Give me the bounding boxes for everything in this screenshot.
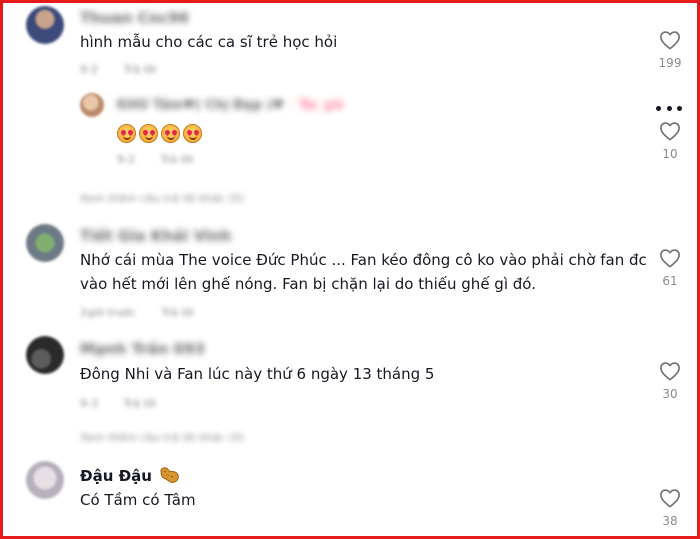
avatar[interactable]: [26, 336, 64, 374]
like-button[interactable]: 61: [655, 248, 685, 288]
comment-text-line-1: Nhớ cái mùa The voice Đức Phúc ... Fan k…: [80, 251, 647, 269]
comment-text: Có Tầm có Tâm: [80, 491, 196, 509]
avatar[interactable]: [26, 6, 64, 44]
reply-button[interactable]: Trả lời: [160, 153, 193, 166]
like-count: 10: [662, 147, 678, 161]
heart-outline-icon[interactable]: [659, 248, 681, 268]
reply-button[interactable]: Trả lời: [123, 397, 156, 410]
like-button[interactable]: 30: [655, 361, 685, 401]
comment-username[interactable]: Tiết Gia Khải Vinh: [80, 227, 231, 245]
comment-meta: 2giờ trước Trả lời: [80, 306, 216, 319]
reply-button[interactable]: Trả lời: [161, 306, 194, 319]
comment-username[interactable]: Mạnh Trần 093: [80, 340, 205, 358]
comment-meta: 9-2 Trả lời: [80, 63, 178, 76]
heart-outline-icon[interactable]: [659, 121, 681, 141]
view-more-replies-button[interactable]: Xem thêm câu trả lời khác (4): [80, 431, 244, 444]
avatar[interactable]: [26, 461, 64, 499]
heart-outline-icon[interactable]: [659, 30, 681, 50]
like-count: 30: [662, 387, 678, 401]
reply-emoji-text: [117, 124, 202, 143]
peanut-icon: [160, 467, 179, 483]
reply-date: 9-2: [117, 153, 135, 166]
like-count: 38: [662, 514, 678, 528]
like-count: 199: [658, 56, 682, 70]
like-button[interactable]: 38: [655, 488, 685, 528]
comment-text: hình mẫu cho các ca sĩ trẻ học hỏi: [80, 33, 338, 51]
comment-date: 9-2: [80, 63, 98, 76]
comment-text-line-2: vào hết mới lên ghế nóng. Fan bị chặn lạ…: [80, 275, 536, 293]
reply-meta: 9-2 Trả lời: [117, 153, 215, 166]
like-count: 61: [662, 274, 678, 288]
view-more-replies-button[interactable]: Xem thêm câu trả lời khác (5): [80, 192, 244, 205]
heart-outline-icon[interactable]: [659, 488, 681, 508]
like-button[interactable]: 10: [655, 121, 685, 161]
comment-username[interactable]: Đậu Đậu: [80, 466, 180, 485]
comment-meta: 9-3 Trả lời: [80, 397, 178, 410]
reply-button[interactable]: Trả lời: [123, 63, 156, 76]
comment-date: 9-3: [80, 397, 98, 410]
comment-username[interactable]: Thuan Cnc96: [80, 9, 189, 27]
heart-eyes-emoji-icon: [117, 124, 136, 143]
heart-outline-icon[interactable]: [659, 361, 681, 381]
avatar[interactable]: [80, 93, 104, 117]
author-tag: · Tác giả: [290, 98, 344, 113]
comment-text: Đông Nhi và Fan lúc này thứ 6 ngày 13 th…: [80, 365, 435, 383]
heart-eyes-emoji-icon: [139, 124, 158, 143]
reply-username[interactable]: KHÚ Tâm♥( Chị Đẹp )♥ · Tác giả: [117, 98, 343, 113]
like-button[interactable]: 199: [655, 30, 685, 70]
avatar[interactable]: [26, 224, 64, 262]
heart-eyes-emoji-icon: [183, 124, 202, 143]
comment-date: 2giờ trước: [80, 306, 136, 319]
more-dots-icon[interactable]: [656, 104, 682, 112]
heart-eyes-emoji-icon: [161, 124, 180, 143]
